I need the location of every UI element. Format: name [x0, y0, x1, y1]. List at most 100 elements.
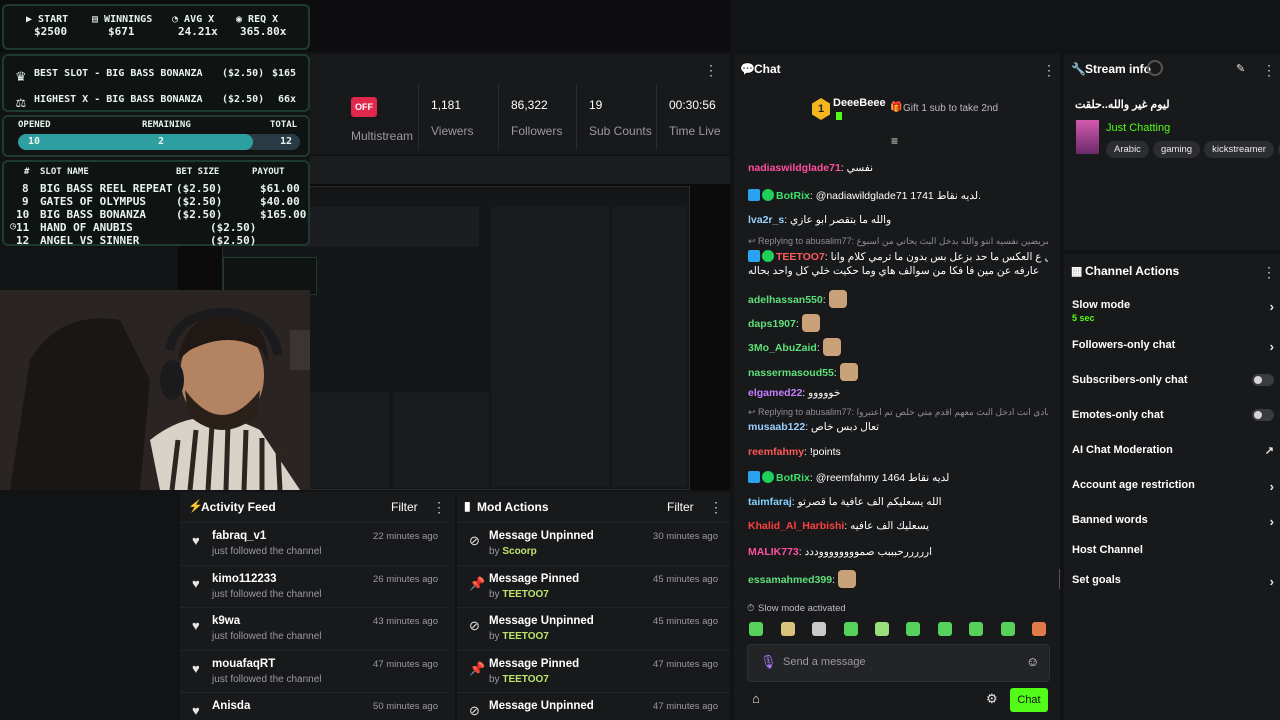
- chat-username[interactable]: nassermasoud55: [748, 367, 834, 379]
- mod-action-item[interactable]: ⊘ Message Unpinned by TEETOO7 45 minutes ag…: [457, 607, 730, 650]
- chat-message[interactable]: musaab122: تعال دبس خاص: [748, 421, 1048, 433]
- activity-item[interactable]: ♥ Anisda 50 minutes ago: [180, 692, 450, 720]
- store-icon[interactable]: ⌂: [752, 691, 760, 706]
- chat-scrollbar[interactable]: [1059, 569, 1060, 589]
- chat-message[interactable]: MALIK773: ارررررحبببب صمووووووووددد: [748, 546, 1048, 558]
- moderator-name[interactable]: Scoorp: [502, 546, 536, 557]
- activity-username[interactable]: mouafaqRT: [212, 658, 275, 670]
- chat-username[interactable]: elgamed22: [748, 387, 802, 399]
- toggle-switch[interactable]: [1252, 374, 1274, 386]
- top-gifter-name[interactable]: DeeeBeee: [833, 97, 886, 109]
- chat-message[interactable]: elgamed22: خووووو: [748, 387, 1048, 399]
- emote-icon[interactable]: [812, 622, 826, 636]
- channel-action-item[interactable]: Emotes-only chat: [1072, 409, 1274, 421]
- category-link[interactable]: Just Chatting: [1106, 122, 1170, 134]
- activity-kebab-icon[interactable]: ⋮: [432, 500, 446, 514]
- chat-message[interactable]: 3Mo_AbuZaid:: [748, 338, 1048, 356]
- emote-icon[interactable]: [749, 622, 763, 636]
- channel-action-item[interactable]: AI Chat Moderation ↗: [1072, 444, 1274, 457]
- emote-icon[interactable]: [844, 622, 858, 636]
- send-chat-button[interactable]: Chat: [1010, 688, 1048, 712]
- emote-icon[interactable]: [938, 622, 952, 636]
- multistream-off-badge[interactable]: OFF: [351, 97, 377, 117]
- emote-icon[interactable]: [1001, 622, 1015, 636]
- activity-username[interactable]: Anisda: [212, 700, 250, 712]
- category-thumbnail[interactable]: [1076, 120, 1099, 154]
- chat-username[interactable]: BotRix: [776, 472, 810, 484]
- mod-action-item[interactable]: ⊘ Message Unpinned by Scoorp 30 minutes ago: [457, 522, 730, 565]
- emoji-picker-icon[interactable]: ☺: [1026, 654, 1039, 669]
- mod-action-item[interactable]: ⊘ Message Unpinned 47 minutes ago: [457, 692, 730, 720]
- chat-message[interactable]: Khalid_Al_Harbishi: يسعليك الف عافيه: [748, 520, 1048, 532]
- chat-username[interactable]: musaab122: [748, 421, 805, 433]
- chat-username[interactable]: MALIK773: [748, 546, 799, 558]
- chat-username[interactable]: BotRix: [776, 190, 810, 202]
- emote-icon[interactable]: [1032, 622, 1046, 636]
- chat-message[interactable]: BotRix: @nadiawildglade71 1741 لديه نقاط…: [748, 189, 1048, 202]
- activity-username[interactable]: k9wa: [212, 615, 240, 627]
- channel-action-item[interactable]: Host Channel: [1072, 544, 1268, 556]
- chat-message[interactable]: TEETOO7: ياعمي ادخل ع العكس ما حد بزعل ب…: [748, 250, 1048, 263]
- moderator-name[interactable]: TEETOO7: [502, 589, 549, 600]
- mod-action-item[interactable]: 📌 Message Pinned by TEETOO7 47 minutes ago: [457, 649, 730, 693]
- mod-kebab-icon[interactable]: ⋮: [709, 500, 723, 514]
- emote-icon[interactable]: [781, 622, 795, 636]
- expand-pinned-icon[interactable]: ≡: [891, 134, 898, 148]
- chat-username[interactable]: reemfahmy: [748, 446, 804, 458]
- activity-item[interactable]: ♥ mouafaqRT just followed the channel 47 mi…: [180, 649, 450, 693]
- channel-action-item[interactable]: Subscribers-only chat: [1072, 374, 1274, 386]
- chat-message[interactable]: reemfahmy: !points: [748, 446, 1048, 458]
- chat-username[interactable]: TEETOO7: [776, 251, 825, 263]
- channel-action-item[interactable]: Slow mode 5 sec ›: [1072, 299, 1274, 323]
- mod-action-item[interactable]: 📌 Message Pinned by TEETOO7 45 minutes ago: [457, 564, 730, 608]
- activity-item[interactable]: ♥ k9wa just followed the channel 43 minutes…: [180, 607, 450, 650]
- toggle-switch[interactable]: [1252, 409, 1274, 421]
- stats-kebab-icon[interactable]: ⋮: [704, 63, 718, 77]
- moderator-name[interactable]: TEETOO7: [502, 631, 549, 642]
- external-link-icon[interactable]: ↗: [1265, 444, 1274, 457]
- tag-gaming[interactable]: gaming: [1152, 141, 1201, 158]
- edit-pencil-icon[interactable]: ✎: [1236, 62, 1245, 75]
- chat-message[interactable]: daps1907:: [748, 314, 1048, 332]
- chevron-right-icon[interactable]: ›: [1270, 514, 1274, 529]
- channel-action-item[interactable]: Set goals ›: [1072, 574, 1274, 589]
- emote-icon[interactable]: [906, 622, 920, 636]
- chat-username[interactable]: daps1907: [748, 318, 796, 330]
- mod-filter-button[interactable]: Filter: [667, 500, 694, 514]
- channel-action-item[interactable]: Account age restriction ›: [1072, 479, 1274, 494]
- chat-username[interactable]: 3Mo_AbuZaid: [748, 342, 817, 354]
- chat-username[interactable]: Khalid_Al_Harbishi: [748, 520, 844, 532]
- channel-actions-kebab-icon[interactable]: ⋮: [1262, 265, 1276, 279]
- chevron-right-icon[interactable]: ›: [1270, 479, 1274, 494]
- moderator-name[interactable]: TEETOO7: [502, 674, 549, 685]
- chevron-right-icon[interactable]: ›: [1270, 299, 1274, 314]
- chat-message[interactable]: essamahmed399:: [748, 570, 1048, 588]
- emote-icon[interactable]: [969, 622, 983, 636]
- chevron-right-icon[interactable]: ›: [1270, 339, 1274, 354]
- chat-message[interactable]: nadiaswildglade71: نفسي: [748, 162, 1048, 174]
- chat-message[interactable]: lva2r_s: والله ما بتقصر ابو عازي: [748, 214, 1048, 226]
- chat-message[interactable]: BotRix: @reemfahmy 1464 لديه نقاط: [748, 471, 1048, 484]
- chat-username[interactable]: taimfaraj: [748, 496, 792, 508]
- tag-arabic[interactable]: Arabic: [1106, 141, 1149, 158]
- chat-input[interactable]: 🎙 Send a message ☺: [747, 644, 1050, 682]
- chat-username[interactable]: adelhassan550: [748, 294, 823, 306]
- chat-kebab-icon[interactable]: ⋮: [1042, 63, 1056, 77]
- stream-info-kebab-icon[interactable]: ⋮: [1262, 63, 1276, 77]
- emote-icon[interactable]: [875, 622, 889, 636]
- channel-action-item[interactable]: Followers-only chat ›: [1072, 339, 1274, 354]
- tag-kickstreamer[interactable]: kickstreamer: [1204, 141, 1274, 158]
- chat-username[interactable]: lva2r_s: [748, 214, 784, 226]
- chat-username[interactable]: nadiaswildglade71: [748, 162, 841, 174]
- chat-message[interactable]: adelhassan550:: [748, 290, 1048, 308]
- channel-action-item[interactable]: Banned words ›: [1072, 514, 1274, 529]
- chat-message[interactable]: عارفه عن مين فا فكا من سوالف هاي وما حكي…: [748, 265, 1048, 277]
- gift-sub-prompt[interactable]: Gift 1 sub to take 2nd: [903, 103, 998, 114]
- chat-settings-gear-icon[interactable]: ⚙: [986, 691, 998, 707]
- activity-username[interactable]: fabraq_v1: [212, 530, 266, 542]
- chat-message[interactable]: nassermasoud55:: [748, 363, 1048, 381]
- chat-input-placeholder[interactable]: Send a message: [783, 656, 866, 668]
- activity-item[interactable]: ♥ kimo112233 just followed the channel 26 m…: [180, 564, 450, 608]
- activity-username[interactable]: kimo112233: [212, 573, 277, 585]
- chat-message[interactable]: taimfaraj: الله يسعليكم الف عافية ما قصر…: [748, 496, 1048, 508]
